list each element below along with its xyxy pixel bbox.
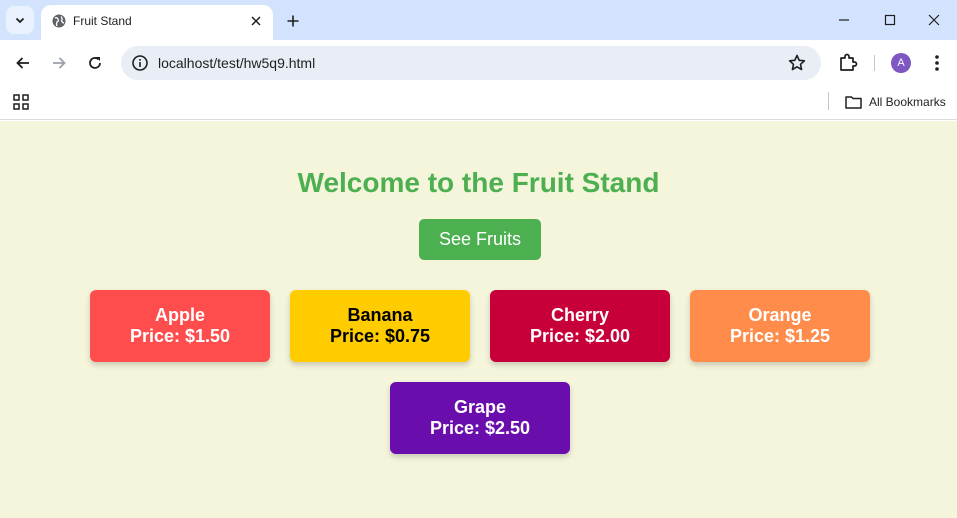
address-bar[interactable]: localhost/test/hw5q9.html: [121, 46, 821, 80]
new-tab-button[interactable]: [282, 10, 304, 32]
back-button[interactable]: [9, 49, 37, 77]
arrow-left-icon: [16, 57, 29, 69]
fruit-card-grape[interactable]: Grape Price: $2.50: [390, 382, 570, 454]
info-icon[interactable]: [131, 54, 149, 72]
see-fruits-button[interactable]: See Fruits: [419, 219, 541, 260]
tab-search-button[interactable]: [6, 6, 34, 34]
forward-button[interactable]: [45, 49, 73, 77]
close-icon: [251, 16, 261, 26]
fruit-price: Price: $0.75: [329, 326, 431, 346]
toolbar-divider: [874, 55, 875, 71]
fruit-price: Price: $2.00: [529, 326, 631, 346]
star-icon[interactable]: [787, 53, 807, 73]
fruit-card-cherry[interactable]: Cherry Price: $2.00: [490, 290, 670, 362]
folder-icon: [845, 96, 862, 109]
bookmarks-divider: [828, 92, 829, 110]
url-text[interactable]: localhost/test/hw5q9.html: [158, 55, 315, 71]
close-icon: [928, 14, 940, 26]
tab-close-button[interactable]: [247, 12, 265, 30]
all-bookmarks-button[interactable]: All Bookmarks: [845, 93, 946, 111]
fruit-price: Price: $1.25: [729, 326, 831, 346]
arrow-right-icon: [53, 57, 66, 69]
minimize-button[interactable]: [821, 0, 867, 40]
more-vertical-icon[interactable]: [927, 52, 947, 74]
fruit-name: Banana: [347, 305, 413, 325]
maximize-button[interactable]: [867, 0, 913, 40]
fruit-card-banana[interactable]: Banana Price: $0.75: [290, 290, 470, 362]
extensions-icon[interactable]: [836, 51, 860, 75]
page-title: Welcome to the Fruit Stand: [297, 167, 660, 198]
bookmarks-bar: All Bookmarks: [0, 86, 957, 120]
minimize-icon: [839, 19, 849, 21]
all-bookmarks-label: All Bookmarks: [869, 95, 946, 109]
fruit-name: Grape: [453, 397, 507, 417]
plus-icon: [287, 15, 299, 27]
profile-avatar[interactable]: A: [891, 53, 911, 73]
chevron-down-icon: [15, 17, 25, 24]
page-viewport: Welcome to the Fruit Stand See Fruits Ap…: [0, 121, 957, 518]
maximize-icon: [884, 14, 896, 26]
reload-button[interactable]: [81, 49, 109, 77]
fruit-price: Price: $2.50: [429, 418, 531, 438]
fruit-name: Apple: [154, 305, 205, 325]
globe-icon: [52, 14, 66, 28]
browser-toolbar: localhost/test/hw5q9.html A: [0, 40, 957, 86]
tab-strip: Fruit Stand: [0, 0, 957, 40]
fruit-card-orange[interactable]: Orange Price: $1.25: [690, 290, 870, 362]
apps-grid-icon[interactable]: [13, 94, 29, 110]
tab-title: Fruit Stand: [73, 14, 132, 28]
fruit-name: Cherry: [550, 305, 610, 325]
fruit-card-apple[interactable]: Apple Price: $1.50: [90, 290, 270, 362]
active-tab[interactable]: Fruit Stand: [41, 5, 273, 40]
fruit-price: Price: $1.50: [129, 326, 231, 346]
fruit-name: Orange: [748, 305, 812, 325]
reload-icon: [89, 57, 101, 69]
close-window-button[interactable]: [911, 0, 957, 40]
